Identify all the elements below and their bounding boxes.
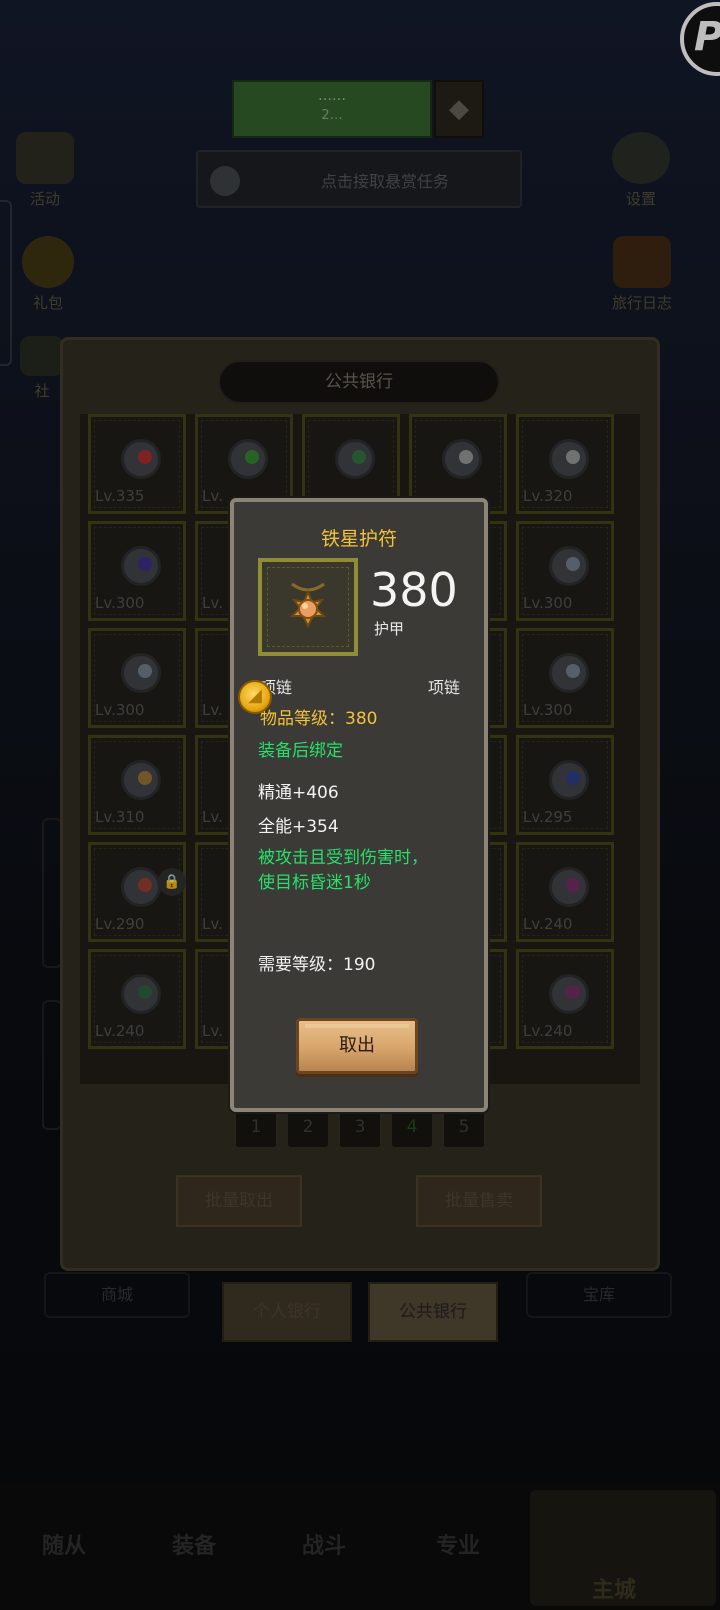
bind-text: 装备后绑定	[258, 741, 343, 761]
item-tooltip: 铁星护符 380 护甲 项链 项链 物品等级：380 装备后绑定 精通+406 …	[230, 498, 488, 1112]
armor-label: 护甲	[374, 620, 405, 638]
item-effect: 被攻击且受到伤害时，使目标昏迷1秒	[258, 848, 428, 893]
mastery-attribute: 精通+406	[258, 783, 339, 803]
armor-value: 380	[370, 563, 458, 617]
item-name: 铁星护符	[320, 528, 397, 550]
item-level: 物品等级：380	[260, 709, 378, 729]
amulet-icon	[289, 582, 327, 629]
required-level: 需要等级：190	[258, 955, 376, 975]
take-out-button[interactable]: 取出	[296, 1018, 418, 1074]
item-type: 项链	[427, 678, 460, 697]
item-icon-frame	[258, 558, 358, 656]
versatility-attribute: 全能+354	[258, 817, 339, 837]
coin-icon: ◢	[238, 680, 272, 714]
